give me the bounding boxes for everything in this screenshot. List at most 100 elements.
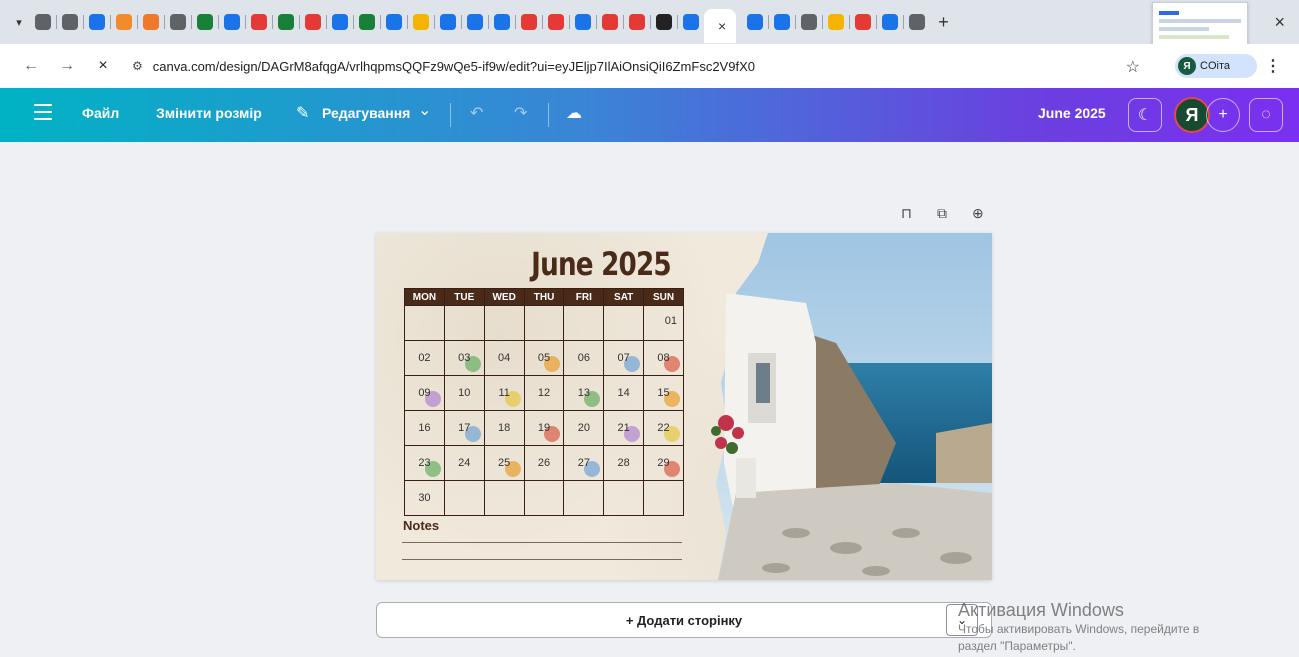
active-tab[interactable]: × — [704, 9, 737, 43]
calendar-day-cell[interactable]: 22 — [643, 410, 684, 446]
tab-favicon-icon[interactable] — [656, 14, 672, 30]
tab-favicon-icon[interactable] — [774, 14, 791, 30]
url-text[interactable]: canva.com/design/DAGrM8afqgA/vrlhqpmsQQF… — [153, 59, 755, 74]
tab-favicon-icon[interactable] — [278, 14, 294, 30]
tab-favicon-icon[interactable] — [747, 14, 764, 30]
calendar-day-cell[interactable] — [483, 480, 525, 516]
calendar-day-cell[interactable]: 06 — [563, 340, 605, 376]
tab-close-icon[interactable]: × — [718, 18, 726, 34]
tab-favicon-icon[interactable] — [143, 14, 159, 30]
window-close-button[interactable]: × — [1274, 12, 1285, 33]
calendar-day-cell[interactable]: 29 — [643, 445, 684, 481]
calendar-day-cell[interactable] — [563, 305, 605, 341]
calendar-day-cell[interactable]: 18 — [483, 410, 525, 446]
calendar-day-cell[interactable]: 25 — [483, 445, 525, 481]
calendar-day-cell[interactable]: 05 — [523, 340, 565, 376]
profile-chip[interactable]: Я COіта — [1175, 54, 1257, 78]
stop-button[interactable]: × — [88, 57, 118, 75]
calendar-day-cell[interactable]: 11 — [483, 375, 525, 411]
tab-favicon-icon[interactable] — [305, 14, 321, 30]
calendar-day-cell[interactable] — [643, 480, 684, 516]
chevron-down-icon[interactable]: ⌄ — [418, 100, 431, 120]
calendar-day-cell[interactable]: 02 — [404, 340, 445, 376]
tab-favicon-icon[interactable] — [413, 14, 429, 30]
tab-favicon-icon[interactable] — [224, 14, 240, 30]
new-tab-button[interactable]: + — [938, 12, 949, 33]
calendar-day-cell[interactable]: 21 — [603, 410, 645, 446]
tab-favicon-icon[interactable] — [855, 14, 872, 30]
site-settings-icon[interactable]: ⚙ — [132, 59, 143, 73]
tab-favicon-icon[interactable] — [882, 14, 899, 30]
add-page-button[interactable]: + Додати сторінку — [376, 602, 992, 638]
tab-favicons-after[interactable] — [742, 14, 930, 30]
calendar-day-cell[interactable]: 04 — [483, 340, 525, 376]
tab-favicon-icon[interactable] — [62, 14, 78, 30]
tab-favicon-icon[interactable] — [197, 14, 213, 30]
tab-favicons[interactable] — [30, 14, 704, 30]
tab-search-chevron-icon[interactable]: ▾ — [8, 11, 30, 33]
timer-button[interactable]: ☾ — [1128, 98, 1162, 132]
calendar-day-cell[interactable]: 12 — [523, 375, 565, 411]
calendar-day-cell[interactable] — [523, 480, 565, 516]
tab-favicon-icon[interactable] — [467, 14, 483, 30]
calendar-day-cell[interactable]: 17 — [443, 410, 485, 446]
calendar-day-cell[interactable]: 08 — [643, 340, 684, 376]
calendar-day-cell[interactable]: 03 — [443, 340, 485, 376]
design-page[interactable]: June 2025 MON TUE WED THU FRI SAT SUN 01 02 03 04… — [376, 233, 992, 580]
calendar-day-cell[interactable] — [443, 305, 485, 341]
calendar-day-cell[interactable] — [523, 305, 565, 341]
tab-favicon-icon[interactable] — [116, 14, 132, 30]
comments-button[interactable]: ◌ — [1249, 98, 1283, 132]
tab-favicon-icon[interactable] — [683, 14, 699, 30]
calendar-day-cell[interactable]: 24 — [443, 445, 485, 481]
tab-favicon-icon[interactable] — [386, 14, 402, 30]
tab-favicon-icon[interactable] — [440, 14, 456, 30]
calendar-day-cell[interactable] — [404, 305, 445, 341]
calendar-grid[interactable]: MON TUE WED THU FRI SAT SUN 01 02 03 04 05 06 07 08 09… — [404, 288, 684, 516]
calendar-day-cell[interactable]: 26 — [523, 445, 565, 481]
calendar-day-cell[interactable]: 16 — [404, 410, 445, 446]
address-bar[interactable]: ⚙ canva.com/design/DAGrM8afqgA/vrlhqpmsQ… — [124, 50, 1160, 82]
resize-button[interactable]: Змінити розмір — [156, 105, 262, 121]
tab-favicon-icon[interactable] — [575, 14, 591, 30]
user-avatar[interactable]: Я — [1174, 97, 1210, 133]
calendar-day-cell[interactable]: 14 — [603, 375, 645, 411]
tab-favicon-icon[interactable] — [521, 14, 537, 30]
calendar-title[interactable]: June 2025 — [507, 245, 696, 283]
hamburger-icon[interactable] — [34, 104, 52, 125]
add-page-icon[interactable]: ⊕ — [972, 205, 984, 222]
cloud-sync-icon[interactable]: ☁ — [566, 103, 582, 123]
edit-mode-button[interactable]: Редагування — [322, 105, 410, 121]
bookmark-star-icon[interactable]: ☆ — [1126, 57, 1140, 77]
calendar-day-cell[interactable] — [563, 480, 605, 516]
calendar-day-cell[interactable] — [603, 305, 645, 341]
lock-page-icon[interactable]: ⊓ — [901, 205, 912, 222]
calendar-day-cell[interactable]: 19 — [523, 410, 565, 446]
calendar-day-cell[interactable]: 23 — [404, 445, 445, 481]
calendar-day-cell[interactable]: 30 — [404, 480, 445, 516]
design-title[interactable]: June 2025 — [1038, 105, 1106, 121]
tab-favicon-icon[interactable] — [602, 14, 618, 30]
forward-button[interactable]: → — [52, 57, 82, 75]
calendar-day-cell[interactable]: 27 — [563, 445, 605, 481]
tab-favicon-icon[interactable] — [909, 14, 926, 30]
tab-favicon-icon[interactable] — [629, 14, 645, 30]
calendar-day-cell[interactable]: 13 — [563, 375, 605, 411]
calendar-day-cell[interactable]: 28 — [603, 445, 645, 481]
calendar-day-cell[interactable] — [603, 480, 645, 516]
calendar-day-cell[interactable]: 09 — [404, 375, 445, 411]
back-button[interactable]: ← — [16, 57, 46, 75]
tab-favicon-icon[interactable] — [170, 14, 186, 30]
calendar-day-cell[interactable]: 01 — [643, 305, 684, 341]
notes-label[interactable]: Notes — [403, 518, 439, 533]
redo-button[interactable]: ↷ — [514, 103, 527, 123]
duplicate-page-icon[interactable]: ⧉ — [937, 205, 947, 222]
browser-menu-icon[interactable]: ⋮ — [1265, 56, 1281, 76]
tab-favicon-icon[interactable] — [494, 14, 510, 30]
tab-favicon-icon[interactable] — [801, 14, 818, 30]
calendar-day-cell[interactable]: 20 — [563, 410, 605, 446]
calendar-day-cell[interactable]: 07 — [603, 340, 645, 376]
add-collaborator-button[interactable]: + — [1206, 98, 1240, 132]
tab-favicon-icon[interactable] — [35, 14, 51, 30]
tab-favicon-icon[interactable] — [251, 14, 267, 30]
